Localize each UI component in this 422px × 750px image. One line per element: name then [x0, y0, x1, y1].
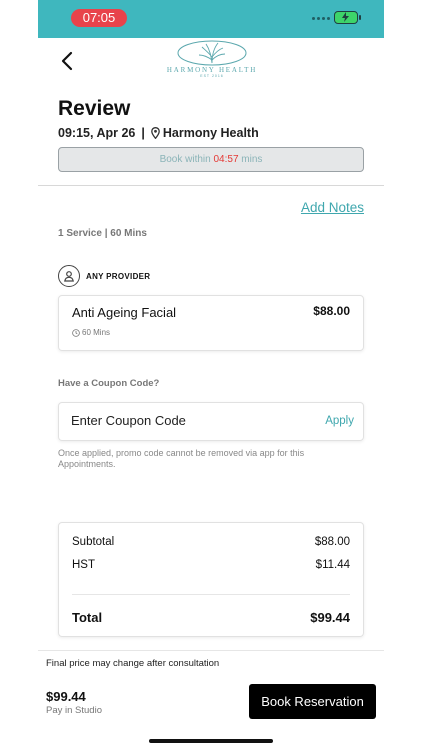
service-price: $88.00	[313, 304, 350, 318]
tax-label: HST	[72, 559, 95, 571]
coupon-note: Once applied, promo code cannot be remov…	[58, 448, 305, 469]
subtotal-label: Subtotal	[72, 536, 115, 548]
subtotal-value: $88.00	[314, 536, 350, 548]
service-duration: 60 Mins	[72, 328, 110, 337]
harmony-health-logo: HARMONY HEALTH EST 2016	[148, 40, 276, 80]
clock-icon	[72, 328, 80, 337]
service-duration-text: 60 Mins	[82, 328, 111, 337]
booking-timer: Book within 04:57 mins	[58, 147, 364, 172]
footer-divider	[38, 650, 384, 651]
tax-value: $11.44	[315, 559, 350, 571]
location-pin-icon	[151, 127, 160, 139]
subtotal-row: Subtotal $88.00	[72, 536, 350, 548]
review-screen: 07:05 HARMONY HEALTH EST 2016 Review 09:…	[38, 0, 384, 750]
coupon-question: Have a Coupon Code?	[58, 378, 160, 389]
home-indicator[interactable]	[149, 739, 273, 743]
status-time: 07:05	[71, 9, 127, 27]
chevron-left-icon	[61, 51, 73, 71]
provider-row: ANY PROVIDER	[58, 265, 150, 287]
timer-countdown: 04:57	[213, 154, 239, 165]
status-bar: 07:05	[38, 0, 384, 38]
apply-button[interactable]: Apply	[325, 415, 354, 427]
provider-label: ANY PROVIDER	[86, 271, 151, 281]
total-row: Total $99.44	[72, 610, 350, 625]
logo-text: HARMONY HEALTH	[166, 66, 258, 74]
back-button[interactable]	[58, 50, 78, 72]
page-title: Review	[58, 97, 131, 120]
location-name: Harmony Health	[162, 126, 259, 140]
service-name: Anti Ageing Facial	[72, 305, 177, 320]
battery-charging-icon	[334, 11, 361, 24]
summary-divider	[72, 594, 350, 595]
total-value: $99.44	[310, 610, 350, 625]
service-card: Anti Ageing Facial $88.00 60 Mins	[58, 295, 364, 351]
signal-icon	[312, 17, 330, 20]
meta-separator: |	[141, 126, 145, 140]
total-label: Total	[72, 610, 103, 625]
tax-row: HST $11.44	[72, 559, 350, 571]
appointment-meta: 09:15, Apr 26 | Harmony Health	[58, 126, 259, 140]
divider	[38, 185, 384, 186]
price-summary: Subtotal $88.00 HST $11.44 Total $99.44	[58, 522, 364, 637]
timer-prefix: Book within	[159, 154, 211, 165]
final-price-note: Final price may change after consultatio…	[46, 658, 220, 669]
logo-subtext: EST 2016	[200, 74, 224, 78]
leaf-logo-icon	[177, 40, 247, 66]
user-icon	[58, 265, 80, 287]
service-summary: 1 Service | 60 Mins	[58, 228, 147, 239]
timer-suffix: mins	[241, 154, 263, 165]
coupon-field: Apply	[58, 402, 364, 441]
coupon-input[interactable]	[71, 413, 301, 428]
footer-amount: $99.44	[46, 689, 86, 704]
pay-method: Pay in Studio	[46, 705, 102, 716]
add-notes-link[interactable]: Add Notes	[301, 200, 364, 215]
book-reservation-button[interactable]: Book Reservation	[249, 684, 376, 719]
appointment-time: 09:15, Apr 26	[58, 126, 136, 140]
